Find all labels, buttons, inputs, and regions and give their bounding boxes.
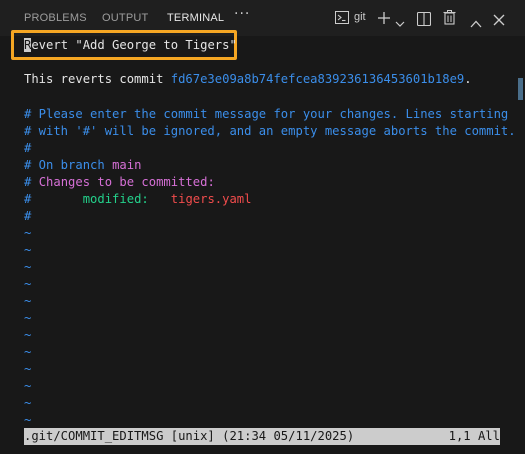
comment-line-3: # <box>24 141 32 155</box>
modified-file: tigers.yaml <box>170 192 252 206</box>
modified-line: # modified: tigers.yaml <box>24 191 251 208</box>
branch-name: main <box>112 158 142 172</box>
empty-line-tilde: ~ <box>24 311 32 325</box>
reverts-prefix: This reverts commit <box>24 72 171 86</box>
modified-spacing <box>149 192 171 206</box>
branch-prefix: # On branch <box>24 158 113 172</box>
comment-line-last: # <box>24 209 32 223</box>
commit-title-text: evert "Add George to Tigers" <box>31 38 237 52</box>
trash-icon[interactable] <box>443 10 456 29</box>
ellipsis-icon[interactable]: ··· <box>234 6 250 22</box>
vim-status-bar: .git/COMMIT_EDITMSG [unix] (21:34 05/11/… <box>24 428 500 445</box>
maximize-panel-icon[interactable] <box>470 13 482 32</box>
empty-line-tilde: ~ <box>24 396 32 410</box>
terminal-icon[interactable] <box>335 10 350 29</box>
tab-problems[interactable]: PROBLEMS <box>24 12 87 24</box>
commit-hash: fd67e3e09a8b74fefcea839236136453601b18e9 <box>170 72 465 86</box>
modified-label: modified: <box>82 192 149 206</box>
branch-line: # On branch main <box>24 157 141 174</box>
close-icon[interactable] <box>493 11 505 30</box>
split-icon[interactable] <box>416 11 432 30</box>
chevron-down-icon[interactable] <box>395 13 405 32</box>
terminal-area[interactable] <box>0 36 525 454</box>
modified-prefix: # <box>24 192 83 206</box>
scrollbar-thumb[interactable] <box>518 78 523 100</box>
empty-line-tilde: ~ <box>24 226 32 240</box>
empty-line-tilde: ~ <box>24 260 32 274</box>
empty-line-tilde: ~ <box>24 345 32 359</box>
commit-title-line[interactable]: Revert "Add George to Tigers" <box>24 37 237 54</box>
plus-icon[interactable] <box>377 10 391 29</box>
empty-line-tilde: ~ <box>24 413 32 427</box>
comment-line-2: # with '#' will be ignored, and an empty… <box>24 124 516 138</box>
tab-terminal[interactable]: TERMINAL <box>167 12 224 24</box>
status-file-info: .git/COMMIT_EDITMSG [unix] (21:34 05/11/… <box>24 429 355 443</box>
empty-line-tilde: ~ <box>24 379 32 393</box>
empty-line-tilde: ~ <box>24 362 32 376</box>
empty-line-tilde: ~ <box>24 243 32 257</box>
reverts-suffix: . <box>464 72 472 86</box>
comment-line-1: # Please enter the commit message for yo… <box>24 107 509 121</box>
tab-output[interactable]: OUTPUT <box>102 12 148 24</box>
reverts-line: This reverts commit fd67e3e09a8b74fefcea… <box>24 71 472 88</box>
changes-line: # Changes to be committed: <box>24 174 215 191</box>
status-position: 1,1 All <box>448 429 500 443</box>
empty-line-tilde: ~ <box>24 328 32 342</box>
terminal-name[interactable]: git <box>354 11 366 23</box>
empty-line-tilde: ~ <box>24 277 32 291</box>
changes-prefix: # <box>24 175 39 189</box>
changes-text: Changes to be committed: <box>38 175 215 189</box>
empty-line-tilde: ~ <box>24 294 32 308</box>
